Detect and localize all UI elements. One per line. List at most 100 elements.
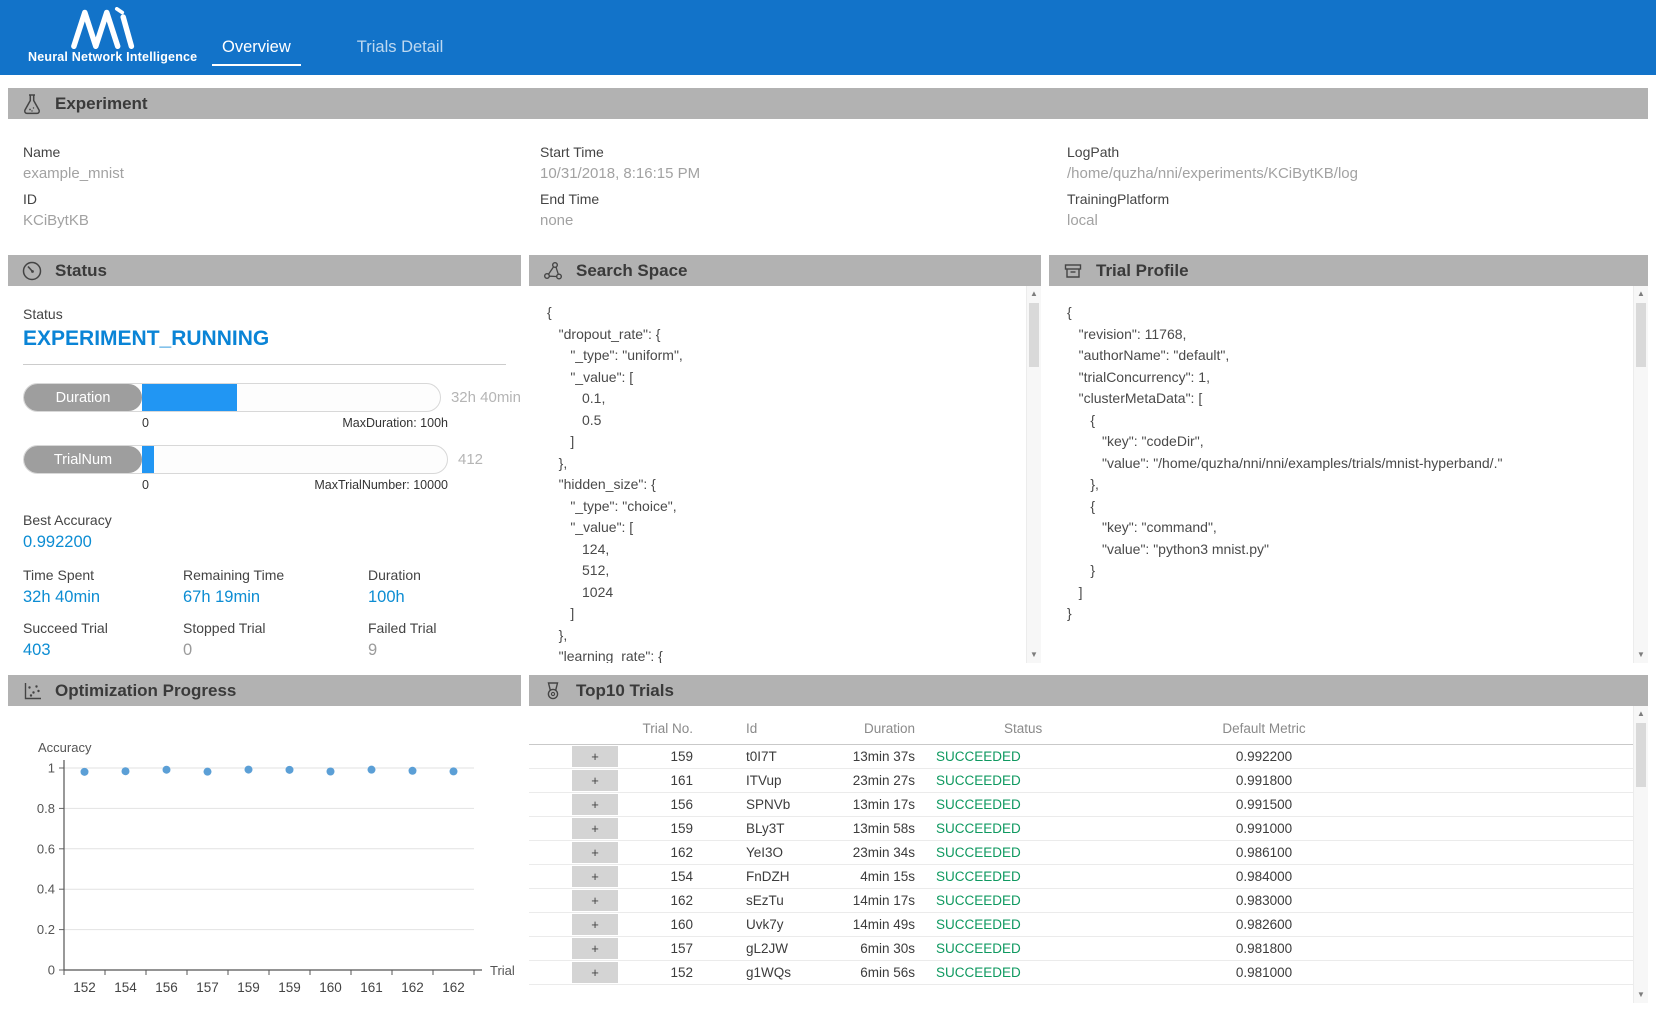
status-cell: SUCCEEDED xyxy=(919,864,1099,888)
expand-row-button[interactable]: + xyxy=(572,746,618,767)
divider xyxy=(23,364,506,365)
scroll-up-icon[interactable]: ▲ xyxy=(1634,287,1648,301)
best-accuracy-value: 0.992200 xyxy=(23,533,521,552)
status-panel-header: Status xyxy=(8,255,521,286)
nni-logo-icon xyxy=(70,7,138,49)
experiment-info: Name example_mnist ID KCiBytKB Start Tim… xyxy=(8,119,1648,243)
trialnum-max: MaxTrialNumber: 10000 xyxy=(314,478,448,492)
scroll-thumb[interactable] xyxy=(1636,723,1646,787)
duration-cell: 6min 56s xyxy=(839,960,919,984)
svg-text:0: 0 xyxy=(48,963,55,978)
expand-row-button[interactable]: + xyxy=(572,842,618,863)
search-space-panel-header: Search Space xyxy=(529,255,1041,286)
expand-row-button[interactable]: + xyxy=(572,794,618,815)
trial-id-cell: t0I7T xyxy=(699,744,839,768)
trial-row: +162YeI3O23min 34sSUCCEEDED0.986100 xyxy=(529,840,1648,864)
field-value: none xyxy=(540,212,1052,229)
scroll-down-icon[interactable]: ▼ xyxy=(1027,648,1041,662)
stat-label: Stopped Trial xyxy=(183,620,368,636)
top10-table-body: +159t0I7T13min 37sSUCCEEDED0.992200+161I… xyxy=(529,744,1648,984)
scroll-down-icon[interactable]: ▼ xyxy=(1634,988,1648,1002)
scroll-up-icon[interactable]: ▲ xyxy=(1027,287,1041,301)
stat-label: Succeed Trial xyxy=(23,620,183,636)
svg-text:0.2: 0.2 xyxy=(37,922,55,937)
metric-cell: 0.991000 xyxy=(1099,816,1429,840)
trial-row: +157gL2JW6min 30sSUCCEEDED0.981800 xyxy=(529,936,1648,960)
trialnum-bar-value: 412 xyxy=(458,451,483,468)
scroll-thumb[interactable] xyxy=(1029,303,1039,367)
metric-cell: 0.986100 xyxy=(1099,840,1429,864)
duration-cell: 13min 37s xyxy=(839,744,919,768)
brand: Neural Network Intelligence xyxy=(28,0,180,75)
top10-title: Top10 Trials xyxy=(576,681,674,701)
svg-text:162: 162 xyxy=(401,980,424,995)
status-cell: SUCCEEDED xyxy=(919,888,1099,912)
id-header: Id xyxy=(699,714,839,744)
status-cell: SUCCEEDED xyxy=(919,912,1099,936)
duration-cell: 13min 17s xyxy=(839,792,919,816)
svg-text:157: 157 xyxy=(196,980,219,995)
svg-text:162: 162 xyxy=(442,980,465,995)
field-label: End Time xyxy=(540,191,1052,207)
experiment-section-header: Experiment xyxy=(8,88,1648,119)
expand-row-button[interactable]: + xyxy=(572,866,618,887)
svg-text:154: 154 xyxy=(114,980,137,995)
search-space-scrollbar[interactable]: ▲ ▼ xyxy=(1026,286,1041,663)
trial-no-cell: 159 xyxy=(639,816,699,840)
status-cell: SUCCEEDED xyxy=(919,768,1099,792)
status-cell: SUCCEEDED xyxy=(919,840,1099,864)
duration-max: MaxDuration: 100h xyxy=(342,416,448,430)
trial-row: +162sEzTu14min 17sSUCCEEDED0.983000 xyxy=(529,888,1648,912)
expand-row-button[interactable]: + xyxy=(572,890,618,911)
expand-row-button[interactable]: + xyxy=(572,914,618,935)
scroll-thumb[interactable] xyxy=(1636,303,1646,367)
optimization-chart: Accuracy00.20.40.60.81152154156157159159… xyxy=(8,706,521,1003)
tab-overview[interactable]: Overview xyxy=(212,38,301,66)
trialnum-bar-label: TrialNum xyxy=(24,446,142,473)
trial-profile-scrollbar[interactable]: ▲ ▼ xyxy=(1633,286,1648,663)
svg-text:159: 159 xyxy=(237,980,260,995)
trialnum-progress-fill xyxy=(142,446,154,473)
trial-profile-panel: Trial Profile { "revision": 11768, "auth… xyxy=(1049,255,1648,663)
svg-text:160: 160 xyxy=(319,980,342,995)
expand-row-button[interactable]: + xyxy=(572,962,618,983)
expand-row-button[interactable]: + xyxy=(572,818,618,839)
expand-row-button[interactable]: + xyxy=(572,938,618,959)
trialnum-progress-bar: TrialNum xyxy=(23,445,448,474)
stat-value: 32h 40min xyxy=(23,588,183,607)
duration-min: 0 xyxy=(142,416,149,430)
stat-value: 67h 19min xyxy=(183,588,368,607)
network-icon xyxy=(542,260,564,282)
field-label: Start Time xyxy=(540,144,1052,160)
svg-text:Trial: Trial xyxy=(490,963,515,978)
default-metric-header: Default Metric xyxy=(1099,714,1429,744)
metric-cell: 0.992200 xyxy=(1099,744,1429,768)
expand-column-header xyxy=(529,714,639,744)
search-space-title: Search Space xyxy=(576,261,688,281)
scroll-down-icon[interactable]: ▼ xyxy=(1634,648,1648,662)
experiment-section: Experiment Name example_mnist ID KCiBytK… xyxy=(8,88,1648,243)
duration-cell: 6min 30s xyxy=(839,936,919,960)
expand-row-button[interactable]: + xyxy=(572,770,618,791)
scroll-up-icon[interactable]: ▲ xyxy=(1634,707,1648,721)
trial-id-cell: gL2JW xyxy=(699,936,839,960)
field-value: /home/quzha/nni/experiments/KCiBytKB/log xyxy=(1067,165,1648,182)
trial-id-cell: g1WQs xyxy=(699,960,839,984)
stat-label: Time Spent xyxy=(23,567,183,583)
top10-scrollbar[interactable]: ▲ ▼ xyxy=(1633,706,1648,1003)
status-cell: SUCCEEDED xyxy=(919,960,1099,984)
duration-progress-fill xyxy=(142,384,237,411)
tab-trials-detail[interactable]: Trials Detail xyxy=(347,38,454,66)
trial-id-cell: FnDZH xyxy=(699,864,839,888)
trial-profile-panel-header: Trial Profile xyxy=(1049,255,1648,286)
duration-cell: 23min 34s xyxy=(839,840,919,864)
flask-icon xyxy=(21,93,43,115)
field-value: local xyxy=(1067,212,1648,229)
optimization-title: Optimization Progress xyxy=(55,681,236,701)
metric-cell: 0.984000 xyxy=(1099,864,1429,888)
trial-profile-json: { "revision": 11768, "authorName": "defa… xyxy=(1067,302,1624,625)
metric-cell: 0.981800 xyxy=(1099,936,1429,960)
stat-value: 100h xyxy=(368,588,521,607)
stat-label: Failed Trial xyxy=(368,620,521,636)
svg-text:Accuracy: Accuracy xyxy=(38,740,92,755)
